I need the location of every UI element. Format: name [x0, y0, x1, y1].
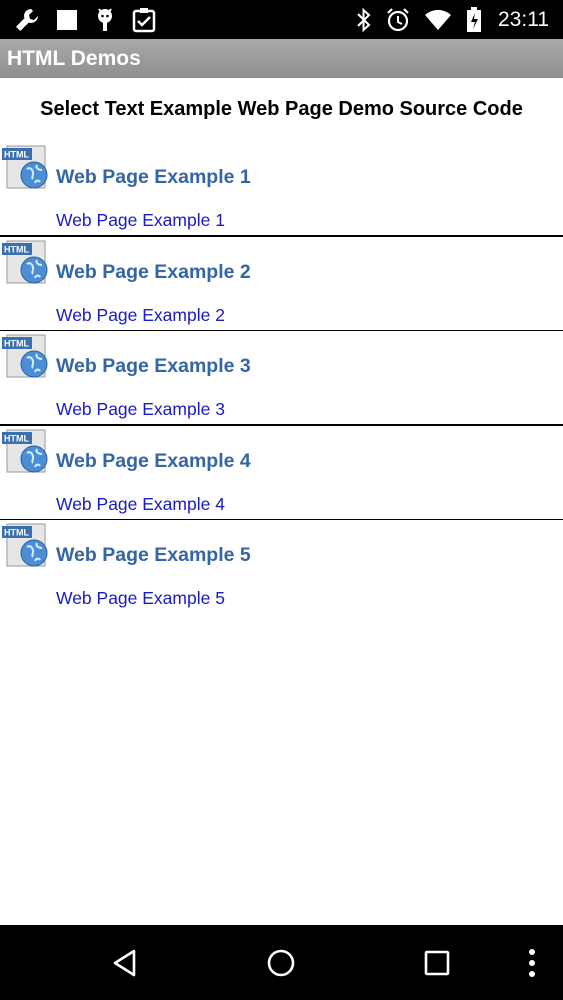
status-time: 23:11 — [498, 7, 549, 31]
web-content: Select Text Example Web Page Demo Source… — [0, 78, 563, 925]
html-globe-icon: HTML — [2, 334, 48, 378]
item-title: Web Page Example 2 — [56, 260, 251, 283]
action-bar: HTML Demos — [0, 39, 563, 78]
square-icon — [57, 9, 77, 30]
item-link[interactable]: Web Page Example 5 — [56, 588, 225, 609]
list-item: HTML Web Page Example 3 Web Page Example… — [0, 331, 563, 426]
html-icon-label: HTML — [4, 528, 29, 538]
battery-icon — [467, 6, 481, 32]
html-icon-label: HTML — [4, 244, 29, 254]
item-link[interactable]: Web Page Example 3 — [56, 399, 225, 420]
item-title: Web Page Example 5 — [56, 544, 251, 566]
list-item: HTML Web Page Example 1 Web Page Example… — [0, 142, 563, 237]
app-title: HTML Demos — [7, 46, 141, 70]
item-title: Web Page Example 1 — [56, 166, 251, 188]
recents-icon — [424, 950, 450, 975]
html-globe-icon: HTML — [2, 523, 48, 567]
home-button[interactable] — [251, 925, 311, 1000]
overflow-menu-button[interactable] — [512, 925, 552, 1000]
item-link[interactable]: Web Page Example 2 — [56, 305, 225, 326]
clipboard-check-icon — [132, 7, 156, 32]
item-link[interactable]: Web Page Example 1 — [56, 210, 225, 231]
back-button[interactable] — [95, 925, 155, 1000]
item-link[interactable]: Web Page Example 4 — [56, 494, 225, 515]
wifi-icon — [425, 9, 451, 30]
html-globe-icon: HTML — [2, 145, 48, 189]
list-item: HTML Web Page Example 4 Web Page Example… — [0, 426, 563, 521]
item-title: Web Page Example 4 — [56, 449, 251, 472]
html-globe-icon: HTML — [2, 240, 48, 283]
html-icon-label: HTML — [4, 433, 29, 443]
html-icon-label: HTML — [4, 339, 29, 349]
overflow-menu-icon — [529, 948, 535, 977]
html-globe-icon: HTML — [2, 429, 48, 472]
wrench-icon — [16, 8, 38, 31]
status-bar: 23:11 — [0, 0, 563, 39]
list-item: HTML Web Page Example 5 Web Page Example… — [0, 520, 563, 615]
bluetooth-icon — [357, 7, 371, 32]
home-icon — [267, 949, 295, 976]
list-item: HTML Web Page Example 2 Web Page Example… — [0, 237, 563, 332]
back-icon — [113, 949, 136, 976]
page-heading: Select Text Example Web Page Demo Source… — [40, 98, 523, 120]
item-title: Web Page Example 3 — [56, 355, 251, 377]
android-icon — [98, 7, 112, 31]
html-icon-label: HTML — [4, 150, 29, 160]
navigation-bar — [0, 925, 563, 1000]
alarm-icon — [387, 7, 409, 31]
example-list: HTML Web Page Example 1 Web Page Example… — [0, 142, 563, 615]
recents-button[interactable] — [407, 925, 467, 1000]
